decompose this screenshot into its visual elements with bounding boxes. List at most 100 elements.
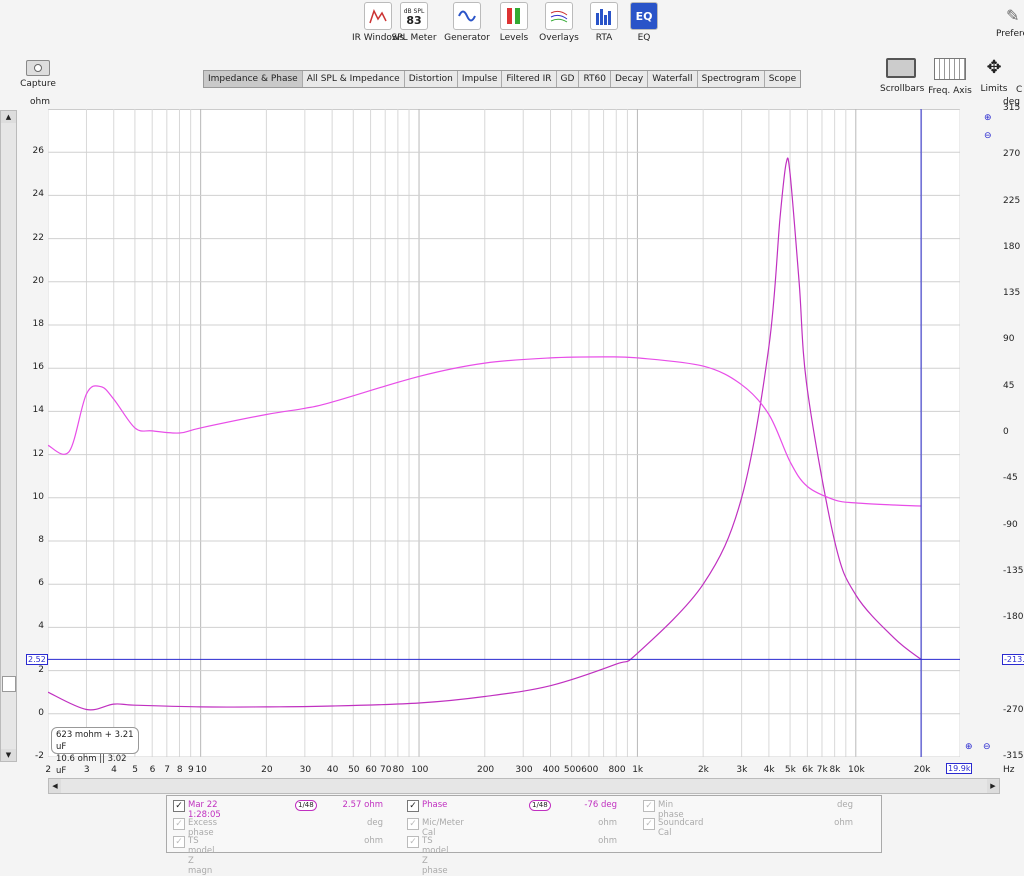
left-axis-tick: 6 <box>38 578 44 589</box>
extra-tool-label: C <box>1016 85 1023 95</box>
spl-label: SPL Meter <box>391 33 437 43</box>
x-axis-tick: 400 <box>542 765 560 775</box>
trace-checkbox[interactable]: ✓ <box>173 800 185 812</box>
freq-axis-icon <box>934 58 966 80</box>
eq-label: EQ <box>637 33 651 43</box>
right-axis-tick: 90 <box>1003 334 1015 345</box>
zoom-out-right-icon[interactable]: ⊖ <box>984 131 992 141</box>
x-axis-tick: 20k <box>913 765 931 775</box>
eq-button[interactable]: EQ EQ <box>614 2 674 43</box>
spl-meter-icon: dB SPL 83 <box>400 2 428 30</box>
right-axis-tick: 45 <box>1003 380 1015 391</box>
scroll-right-icon[interactable]: ▶ <box>987 779 999 793</box>
trace-label: Mar 22 1:28:05 <box>188 800 221 820</box>
tab-decay[interactable]: Decay <box>611 71 649 87</box>
move-arrows-icon: ✥ <box>986 57 1002 78</box>
x-axis-tick: 2k <box>697 765 709 775</box>
trace-checkbox[interactable]: ✓ <box>407 836 419 848</box>
ts-model-line2: 10.6 ohm || 3.02 uF <box>56 754 127 776</box>
limits-label: Limits <box>980 84 1008 94</box>
eq-icon: EQ <box>630 2 658 30</box>
trace-value: 2.57 ohm <box>342 800 384 810</box>
zoom-in-right-icon[interactable]: ⊕ <box>984 113 992 123</box>
scrollbars-label: Scrollbars <box>880 84 925 94</box>
x-axis-tick: 200 <box>476 765 495 775</box>
tab-filtered-ir[interactable]: Filtered IR <box>502 71 557 87</box>
trace-checkbox[interactable]: ✓ <box>173 836 185 848</box>
scroll-left-icon[interactable]: ◀ <box>49 779 61 793</box>
x-axis-tick: 70 <box>380 765 392 775</box>
x-axis-tick: 8k <box>829 765 841 775</box>
tab-all-spl-impedance[interactable]: All SPL & Impedance <box>303 71 405 87</box>
trace-label: Excess phase <box>188 818 218 838</box>
tab-gd[interactable]: GD <box>557 71 580 87</box>
right-axis-tick: -135 <box>1003 565 1024 576</box>
smoothing-selector[interactable]: 1/48 <box>529 800 551 811</box>
impedance-phase-chart[interactable] <box>48 109 960 757</box>
tab-impulse[interactable]: Impulse <box>458 71 503 87</box>
trace-value: -76 deg <box>584 800 617 810</box>
generator-icon <box>453 2 481 30</box>
right-axis-tick: 180 <box>1003 241 1021 252</box>
x-axis-tick: 100 <box>411 765 429 775</box>
left-axis-tick: 8 <box>38 535 44 545</box>
x-axis-tick: 10 <box>195 765 207 775</box>
limits-button[interactable]: ✥ Limits <box>978 57 1010 95</box>
cursor-left-value: 2.52 <box>26 654 48 665</box>
capture-label: Capture <box>20 79 56 89</box>
horizontal-scrollbar[interactable]: ◀ ▶ <box>48 778 1000 794</box>
x-unit: Hz <box>1003 765 1015 775</box>
right-axis-tick: -45 <box>1003 473 1018 484</box>
x-axis-tick: 50 <box>348 765 360 775</box>
cursor-x-value: 19.9k <box>946 763 973 774</box>
tab-rt60[interactable]: RT60 <box>579 71 611 87</box>
trace-legend-panel: ✓ Mar 22 1:28:05 1/48 2.57 ohm ✓ Phase 1/48 -76… <box>166 795 882 876</box>
tab-spectrogram[interactable]: Spectrogram <box>698 71 765 87</box>
ts-model-line1: 623 mohm + 3.21 uF <box>56 730 134 752</box>
x-axis-tick: 800 <box>608 765 626 775</box>
scroll-up-icon[interactable]: ▲ <box>1 111 16 123</box>
left-axis-tick: 26 <box>32 146 44 157</box>
tab-impedance-phase[interactable]: Impedance & Phase <box>204 71 303 87</box>
levels-icon <box>500 2 528 30</box>
left-axis-tick: 24 <box>32 189 44 200</box>
left-axis-tick: 18 <box>32 319 44 329</box>
tab-waterfall[interactable]: Waterfall <box>648 71 698 87</box>
left-axis-tick: 14 <box>32 405 44 416</box>
scrollbars-button[interactable]: Scrollbars <box>880 58 925 94</box>
zoom-x-out-icon[interactable]: ⊖ <box>983 742 991 752</box>
left-axis-tick: 10 <box>32 491 44 502</box>
x-axis-tick: 20 <box>261 765 273 775</box>
capture-button[interactable]: Capture <box>20 60 56 89</box>
trace-checkbox[interactable]: ✓ <box>173 818 185 830</box>
zoom-x-in-icon[interactable]: ⊕ <box>965 742 973 752</box>
left-axis-tick: 16 <box>32 362 44 373</box>
ts-model-box: 623 mohm + 3.21 uF 10.6 ohm || 3.02 uF <box>51 727 139 776</box>
trace-checkbox[interactable]: ✓ <box>643 818 655 830</box>
spl-button[interactable]: dB SPL 83 SPL Meter <box>384 2 444 43</box>
x-axis-tick: 600 <box>581 765 599 775</box>
x-axis-tick: 5k <box>784 765 796 775</box>
trace-value: ohm <box>598 818 617 828</box>
overlays-icon <box>545 2 573 30</box>
x-axis-tick: 40 <box>326 765 339 775</box>
x-axis-tick: 8 <box>176 765 183 775</box>
tab-scope[interactable]: Scope <box>765 71 800 87</box>
trace-value: deg <box>366 818 383 828</box>
x-axis-tick: 9 <box>188 765 194 775</box>
scrollbars-icon <box>886 58 916 78</box>
preferences-button[interactable]: ✎ Prefere <box>992 6 1024 39</box>
right-axis-tick: 315 <box>1003 103 1021 113</box>
left-unit: ohm <box>30 97 50 107</box>
tab-distortion[interactable]: Distortion <box>405 71 458 87</box>
scroll-thumb[interactable] <box>2 676 16 692</box>
vertical-scrollbar[interactable]: ▲ ▼ <box>0 110 17 762</box>
trace-checkbox[interactable]: ✓ <box>643 800 655 812</box>
trace-checkbox[interactable]: ✓ <box>407 818 419 830</box>
x-axis-tick: 7k <box>816 765 828 775</box>
scroll-down-icon[interactable]: ▼ <box>1 749 16 761</box>
smoothing-selector[interactable]: 1/48 <box>295 800 317 811</box>
freq-axis-button[interactable]: Freq. Axis <box>928 58 972 96</box>
left-axis-tick: 0 <box>38 707 44 718</box>
trace-checkbox[interactable]: ✓ <box>407 800 419 812</box>
